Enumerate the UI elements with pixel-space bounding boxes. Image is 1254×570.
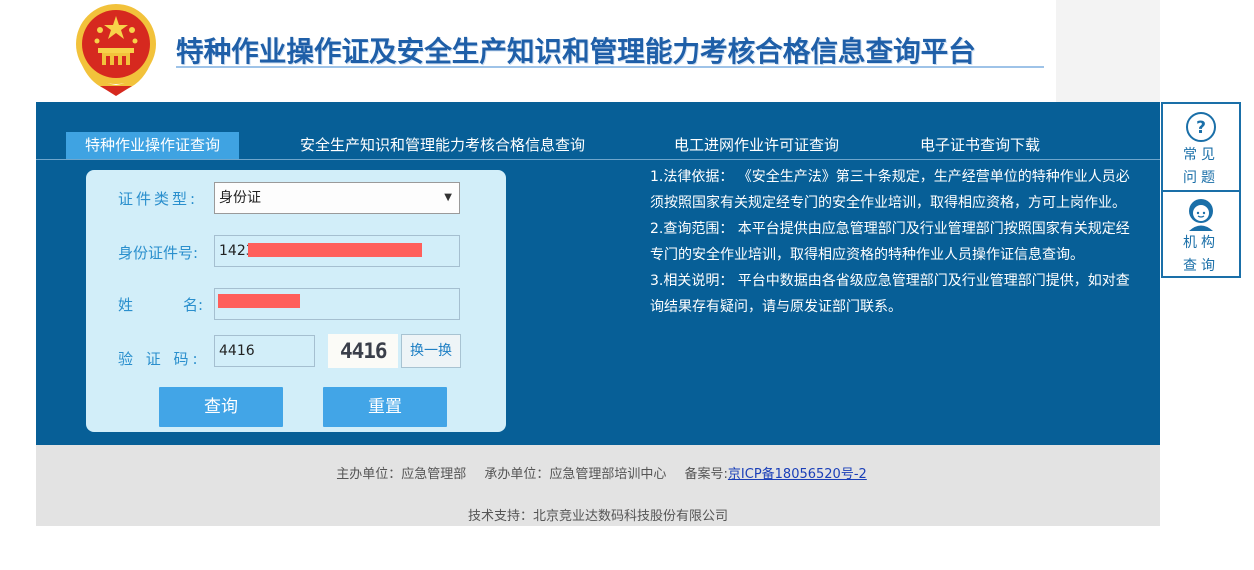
note-legal-basis: 1.法律依据： 《安全生产法》第三十条规定，生产经营单位的特种作业人员必须按照国… — [650, 169, 1130, 211]
footer-tech-support: 技术支持：北京竞业达数码科技股份有限公司 — [467, 509, 728, 524]
captcha-image[interactable]: 4416 — [328, 334, 398, 368]
redaction-mark — [248, 243, 422, 257]
footer-sponsor: 主办单位：应急管理部 — [336, 467, 467, 482]
national-emblem-logo — [76, 4, 156, 96]
tab-safety-knowledge-assessment[interactable]: 安全生产知识和管理能力考核合格信息查询 — [300, 132, 585, 159]
service-agent-icon — [1189, 199, 1213, 231]
name-label-second: 名: — [183, 296, 204, 314]
faq-button[interactable]: ? 常见 问题 — [1163, 104, 1239, 190]
main-panel: 特种作业操作证查询 安全生产知识和管理能力考核合格信息查询 电工进网作业许可证查… — [36, 102, 1160, 445]
query-button[interactable]: 查询 — [159, 387, 283, 427]
note-query-scope: 2.查询范围： 本平台提供由应急管理部门及行业管理部门按照国家有关规定经专门的安… — [650, 221, 1130, 263]
footer-icp-label: 备案号: — [684, 467, 728, 482]
question-circle-icon: ? — [1186, 112, 1216, 142]
side-floating-panel: ? 常见 问题 机构 查询 — [1161, 102, 1241, 278]
captcha-input-value: 4416 — [219, 343, 255, 359]
captcha-label: 验 证 码: — [118, 350, 202, 368]
page: 特种作业操作证及安全生产知识和管理能力考核合格信息查询平台 特种作业操作证查询 … — [0, 0, 1254, 570]
captcha-refresh-button[interactable]: 换一换 — [401, 334, 461, 368]
query-form: 证件类型: 身份证 ▼ 身份证件号: 1423 姓 名: 验 证 码: 4416… — [86, 170, 506, 432]
captcha-image-text: 4416 — [340, 339, 388, 363]
tab-divider — [36, 159, 1160, 160]
tab-bar: 特种作业操作证查询 安全生产知识和管理能力考核合格信息查询 电工进网作业许可证查… — [36, 132, 1160, 160]
dropdown-arrow-icon: ▼ — [444, 192, 452, 203]
redaction-mark — [218, 294, 300, 308]
header-right-area — [1056, 0, 1160, 102]
tab-special-operation-cert[interactable]: 特种作业操作证查询 — [66, 132, 240, 159]
title-underline — [176, 66, 1044, 68]
site-title: 特种作业操作证及安全生产知识和管理能力考核合格信息查询平台 — [176, 35, 976, 68]
footer: 主办单位：应急管理部 承办单位：应急管理部培训中心 备案号:京ICP备18056… — [36, 445, 1160, 526]
svg-text:?: ? — [1196, 118, 1206, 138]
reset-button[interactable]: 重置 — [323, 387, 447, 427]
icp-record-link[interactable]: 京ICP备18056520号-2 — [728, 467, 867, 482]
agency-query-button[interactable]: 机构 查询 — [1163, 192, 1239, 278]
captcha-input[interactable]: 4416 — [214, 335, 315, 367]
agency-label-line2: 查询 — [1183, 258, 1219, 274]
tab-electrician-grid-permit[interactable]: 电工进网作业许可证查询 — [674, 132, 839, 159]
id-type-select[interactable]: 身份证 ▼ — [214, 182, 460, 214]
faq-label-line1: 常见 — [1183, 147, 1219, 163]
id-type-value: 身份证 — [219, 190, 261, 206]
id-number-label: 身份证件号: — [118, 244, 199, 262]
tab-e-certificate-download[interactable]: 电子证书查询下载 — [920, 132, 1040, 159]
name-label-first: 姓 — [118, 296, 134, 314]
footer-organizer: 承办单位：应急管理部培训中心 — [484, 467, 667, 482]
agency-label-line1: 机构 — [1183, 235, 1219, 251]
faq-label-line2: 问题 — [1183, 170, 1219, 186]
id-type-label: 证件类型: — [118, 190, 199, 208]
notes-panel: 1.法律依据： 《安全生产法》第三十条规定，生产经营单位的特种作业人员必须按照国… — [650, 164, 1136, 320]
footer-info-line: 主办单位：应急管理部 承办单位：应急管理部培训中心 备案号:京ICP备18056… — [36, 463, 1160, 482]
note-related-info: 3.相关说明： 平台中数据由各省级应急管理部门及行业管理部门提供，如对查询结果存… — [650, 273, 1130, 315]
